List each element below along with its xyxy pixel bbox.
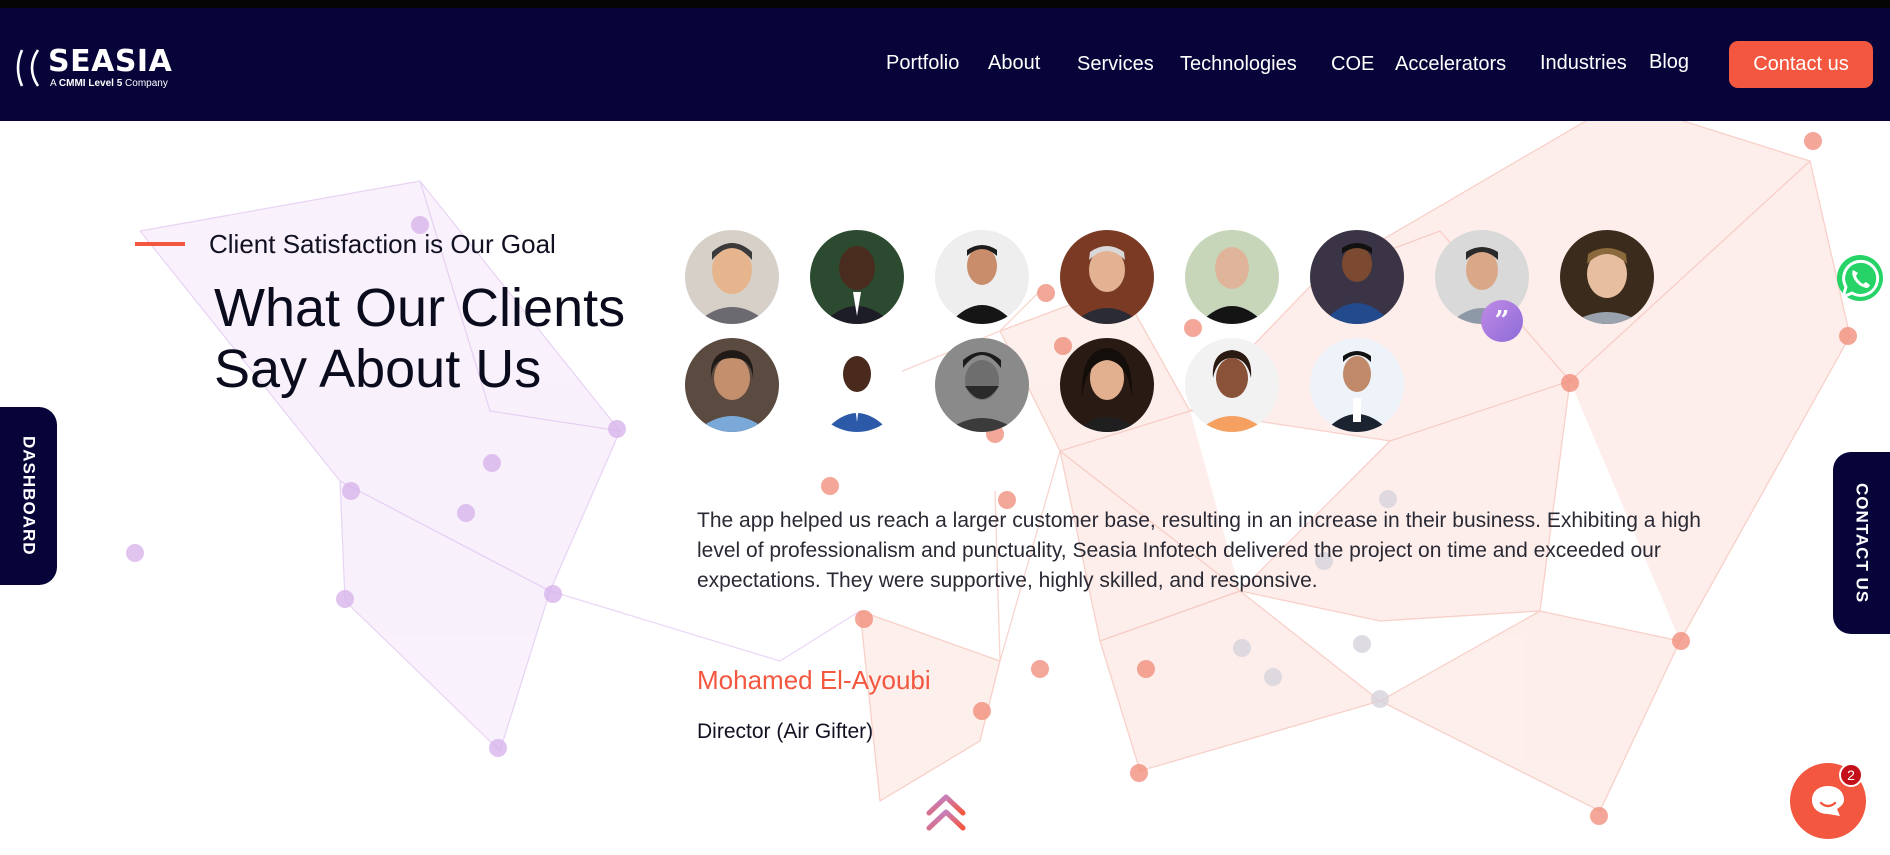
- double-chevron-up-icon[interactable]: [925, 793, 967, 833]
- client-avatar[interactable]: [1560, 230, 1654, 324]
- nav-accelerators[interactable]: Accelerators: [1395, 53, 1506, 76]
- nav-industries[interactable]: Industries: [1540, 52, 1627, 75]
- unread-count-badge: 2: [1839, 763, 1863, 787]
- client-avatar[interactable]: [1310, 230, 1404, 324]
- logo-name: SEASIA: [48, 44, 173, 79]
- nav-about[interactable]: About: [988, 52, 1040, 75]
- top-strip: [0, 0, 1890, 8]
- section-eyebrow: Client Satisfaction is Our Goal: [209, 229, 556, 259]
- nav-blog[interactable]: Blog: [1649, 51, 1689, 74]
- testimonial-author: Mohamed El-Ayoubi: [697, 665, 931, 695]
- chat-bubble-icon: [1812, 786, 1844, 816]
- client-avatar[interactable]: [1060, 338, 1154, 432]
- testimonial-author-role: Director (Air Gifter): [697, 720, 874, 743]
- client-avatar[interactable]: [1310, 338, 1404, 432]
- section-title: What Our Clients Say About Us: [214, 278, 626, 399]
- client-avatar[interactable]: [1185, 338, 1279, 432]
- nav-technologies[interactable]: Technologies: [1180, 53, 1297, 76]
- logo-tagline: A CMMI Level 5 Company: [50, 78, 168, 89]
- logo-mark-icon: [16, 49, 40, 87]
- quote-mark-icon: ”: [1481, 300, 1523, 342]
- seasia-logo[interactable]: SEASIA A CMMI Level 5 Company: [12, 44, 172, 92]
- site-header: SEASIA A CMMI Level 5 Company Portfolio …: [0, 8, 1890, 121]
- nav-services[interactable]: Services: [1077, 53, 1154, 76]
- client-avatar[interactable]: [1185, 230, 1279, 324]
- contact-us-side-tab[interactable]: CONTACT US: [1833, 452, 1890, 634]
- dashboard-tab-label: DASHBOARD: [19, 436, 39, 556]
- dashboard-side-tab[interactable]: DASHBOARD: [0, 407, 57, 585]
- client-avatar[interactable]: [810, 338, 904, 432]
- nav-coe[interactable]: COE: [1331, 53, 1374, 76]
- client-avatar[interactable]: [1060, 230, 1154, 324]
- client-avatar[interactable]: [810, 230, 904, 324]
- contact-tab-label: CONTACT US: [1852, 482, 1872, 604]
- whatsapp-icon[interactable]: [1835, 253, 1885, 303]
- nav-portfolio[interactable]: Portfolio: [886, 52, 959, 75]
- client-avatar[interactable]: [935, 230, 1029, 324]
- client-avatar[interactable]: [685, 338, 779, 432]
- client-avatar[interactable]: [935, 338, 1029, 432]
- contact-us-button[interactable]: Contact us: [1729, 41, 1873, 88]
- client-avatar[interactable]: [685, 230, 779, 324]
- eyebrow-accent-line: [135, 242, 185, 246]
- testimonial-quote: The app helped us reach a larger custome…: [697, 509, 1701, 592]
